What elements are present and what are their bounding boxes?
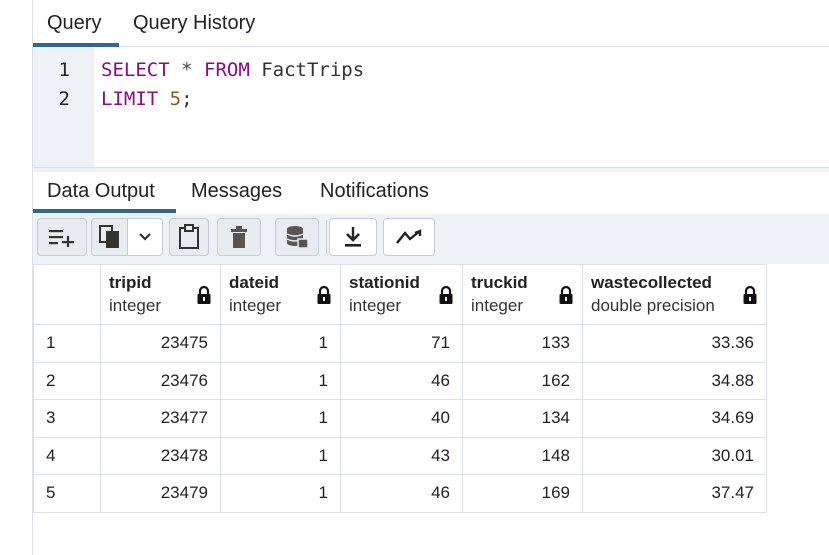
- table-row[interactable]: 3 23477 1 40 134 34.69: [33, 399, 767, 438]
- cell-wastecollected[interactable]: 30.01: [582, 436, 767, 475]
- column-type: integer: [109, 295, 161, 315]
- cell-stationid[interactable]: 43: [340, 436, 463, 475]
- grid-header-row: tripid integer dateid integer stationid int…: [33, 264, 767, 325]
- row-number[interactable]: 3: [33, 399, 101, 438]
- line-number-gutter: 1 2: [33, 47, 94, 167]
- cell-dateid[interactable]: 1: [220, 361, 341, 400]
- delete-icon: [231, 226, 247, 248]
- chevron-down-icon: [139, 233, 152, 241]
- lock-icon: [743, 285, 757, 304]
- row-number[interactable]: 2: [33, 361, 101, 400]
- column-type: integer: [471, 295, 523, 315]
- add-row-icon: [49, 230, 74, 247]
- cell-stationid[interactable]: 46: [340, 361, 463, 400]
- row-number[interactable]: 4: [33, 436, 101, 475]
- row-number[interactable]: 5: [33, 474, 101, 513]
- sql-keyword: FROM: [204, 59, 250, 81]
- column-name: tripid: [109, 272, 152, 292]
- toolbar-divider: [326, 220, 327, 254]
- cell-tripid[interactable]: 23476: [100, 361, 221, 400]
- cell-wastecollected[interactable]: 34.69: [582, 399, 767, 438]
- cell-dateid[interactable]: 1: [220, 399, 341, 438]
- sql-number: 5: [169, 88, 182, 110]
- cell-dateid[interactable]: 1: [220, 436, 341, 475]
- copy-button-group[interactable]: [91, 218, 163, 256]
- code-line-2[interactable]: LIMIT 5;: [101, 88, 193, 110]
- lock-icon: [197, 285, 211, 304]
- cell-dateid[interactable]: 1: [220, 474, 341, 513]
- copy-options-dropdown[interactable]: [127, 219, 162, 255]
- paste-icon: [179, 224, 199, 249]
- code-line-1[interactable]: SELECT * FROM FactTrips: [101, 59, 364, 81]
- column-header-wastecollected[interactable]: wastecollected double precision: [582, 264, 767, 325]
- save-data-button[interactable]: [275, 218, 319, 256]
- row-number-header[interactable]: [33, 264, 101, 325]
- result-grid: tripid integer dateid integer stationid int…: [33, 264, 767, 513]
- cell-tripid[interactable]: 23475: [100, 324, 221, 363]
- delete-button[interactable]: [217, 218, 261, 256]
- column-header-truckid[interactable]: truckid integer: [462, 264, 583, 325]
- tab-query[interactable]: Query: [47, 12, 101, 35]
- table-row[interactable]: 5 23479 1 46 169 37.47: [33, 474, 767, 513]
- paste-button[interactable]: [169, 218, 209, 256]
- column-type: integer: [349, 295, 401, 315]
- column-type: integer: [229, 295, 281, 315]
- tab-notifications[interactable]: Notifications: [320, 180, 429, 203]
- table-row[interactable]: 4 23478 1 43 148 30.01: [33, 436, 767, 475]
- cell-stationid[interactable]: 40: [340, 399, 463, 438]
- column-name: stationid: [349, 272, 420, 292]
- column-header-dateid[interactable]: dateid integer: [220, 264, 341, 325]
- download-icon: [345, 227, 361, 247]
- graph-visualiser-button[interactable]: [383, 218, 435, 256]
- tab-query-history[interactable]: Query History: [133, 12, 255, 35]
- cell-tripid[interactable]: 23477: [100, 399, 221, 438]
- line-number: 2: [58, 88, 70, 110]
- cell-stationid[interactable]: 46: [340, 474, 463, 513]
- cell-wastecollected[interactable]: 37.47: [582, 474, 767, 513]
- row-number[interactable]: 1: [33, 324, 101, 363]
- download-button[interactable]: [329, 218, 377, 256]
- cell-wastecollected[interactable]: 34.88: [582, 361, 767, 400]
- column-header-tripid[interactable]: tripid integer: [100, 264, 221, 325]
- graph-icon: [396, 229, 422, 244]
- tab-messages[interactable]: Messages: [191, 180, 282, 203]
- sql-identifier: FactTrips: [261, 59, 365, 81]
- save-data-icon: [286, 226, 309, 249]
- sql-keyword: LIMIT: [101, 88, 159, 110]
- copy-icon: [98, 225, 119, 248]
- cell-dateid[interactable]: 1: [220, 324, 341, 363]
- lock-icon: [439, 285, 453, 304]
- column-name: wastecollected: [591, 272, 712, 292]
- query-tabs: Query Query History: [33, 0, 829, 47]
- sql-operator: *: [181, 59, 193, 81]
- query-tool-panel: Query Query History 1 2 SELECT * FROM Fa…: [32, 0, 829, 555]
- copy-button[interactable]: [92, 225, 127, 249]
- table-row[interactable]: 1 23475 1 71 133 33.36: [33, 324, 767, 363]
- table-row[interactable]: 2 23476 1 46 162 34.88: [33, 361, 767, 400]
- cell-tripid[interactable]: 23478: [100, 436, 221, 475]
- data-output-toolbar: [33, 214, 829, 264]
- tab-data-output[interactable]: Data Output: [47, 180, 155, 203]
- cell-truckid[interactable]: 148: [462, 436, 583, 475]
- sql-editor[interactable]: 1 2 SELECT * FROM FactTrips LIMIT 5;: [33, 47, 829, 167]
- line-number: 1: [58, 59, 70, 81]
- cell-truckid[interactable]: 134: [462, 399, 583, 438]
- cell-truckid[interactable]: 162: [462, 361, 583, 400]
- cell-stationid[interactable]: 71: [340, 324, 463, 363]
- cell-wastecollected[interactable]: 33.36: [582, 324, 767, 363]
- cell-truckid[interactable]: 169: [462, 474, 583, 513]
- column-type: double precision: [591, 295, 715, 315]
- sql-semicolon: ;: [181, 88, 193, 110]
- tab-data-output-active-indicator: [33, 209, 176, 213]
- column-header-stationid[interactable]: stationid integer: [340, 264, 463, 325]
- lock-icon: [559, 285, 573, 304]
- sql-keyword: SELECT: [101, 59, 170, 81]
- column-name: dateid: [229, 272, 280, 292]
- output-tabs: Data Output Messages Notifications: [33, 172, 829, 215]
- cell-truckid[interactable]: 133: [462, 324, 583, 363]
- cell-tripid[interactable]: 23479: [100, 474, 221, 513]
- lock-icon: [317, 285, 331, 304]
- column-name: truckid: [471, 272, 528, 292]
- add-row-button[interactable]: [37, 218, 87, 256]
